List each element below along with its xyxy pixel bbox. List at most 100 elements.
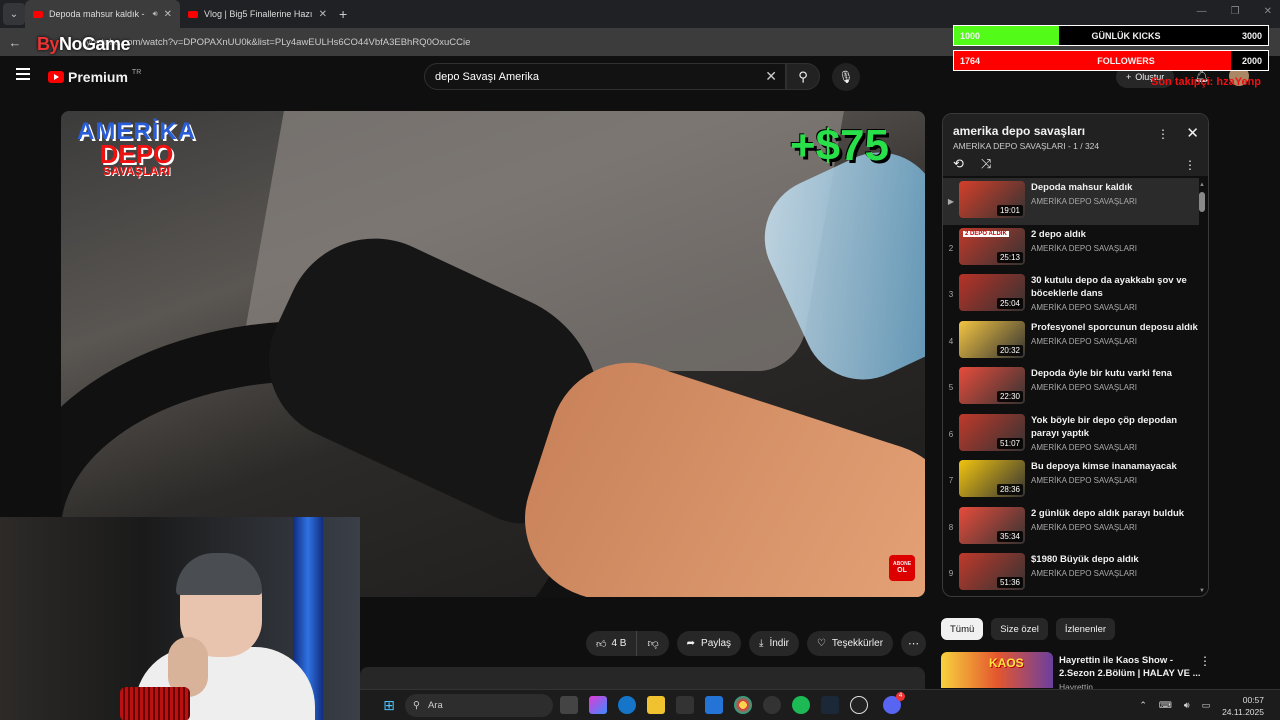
battery-icon[interactable]: ▭ bbox=[1202, 700, 1211, 711]
spotify-icon[interactable] bbox=[792, 696, 810, 714]
duration-badge: 25:13 bbox=[996, 251, 1023, 263]
playlist-item[interactable]: 8 35:34 2 günlük depo aldık parayı bulduk A… bbox=[943, 504, 1199, 551]
playlist-item-index: 7 bbox=[948, 476, 954, 485]
scroll-up-icon[interactable]: ▲ bbox=[1199, 182, 1205, 188]
kicks-goal: 3000 bbox=[1241, 30, 1262, 41]
edge-icon[interactable] bbox=[618, 696, 636, 714]
scroll-down-icon[interactable]: ▼ bbox=[1199, 588, 1205, 594]
share-button[interactable]: ➦ Paylaş bbox=[676, 631, 742, 656]
playlist-item[interactable]: 3 25:04 30 kutulu depo da ayakkabı şov ve … bbox=[943, 271, 1199, 318]
tab-vlog[interactable]: Vlog | Big5 Finallerine Hazırlık, ✕ bbox=[180, 0, 335, 28]
followers-goal: 2000 bbox=[1241, 55, 1262, 66]
playlist-item-index: 3 bbox=[948, 290, 954, 299]
tab-close-icon[interactable]: ✕ bbox=[164, 9, 172, 20]
voice-search-button[interactable]: 🎙︎ bbox=[832, 63, 860, 91]
playlist-item-thumbnail[interactable]: 51:07 bbox=[959, 413, 1025, 451]
minimize-icon[interactable]: — bbox=[1197, 6, 1207, 17]
store-icon[interactable] bbox=[676, 696, 694, 714]
thanks-icon: ♡ bbox=[816, 638, 826, 649]
playlist-item-thumbnail[interactable]: 2 DEPO ALDIK 25:13 bbox=[959, 227, 1025, 265]
playlist-menu-icon[interactable]: ⋮ bbox=[1157, 127, 1169, 141]
like-count: 4 B bbox=[611, 638, 627, 649]
chip-watched[interactable]: İzlenenler bbox=[1055, 618, 1116, 640]
taskbar-search[interactable]: ⚲ Ara bbox=[405, 694, 553, 717]
recommended-title[interactable]: Hayrettin ile Kaos Show - 2.Sezon 2.Bölü… bbox=[1059, 654, 1209, 680]
thanks-button[interactable]: ♡ Teşekkürler bbox=[806, 631, 894, 656]
duration-badge: 20:32 bbox=[996, 344, 1023, 356]
clock-date: 24.11.2025 bbox=[1222, 706, 1264, 717]
dislike-button[interactable]: 👎︎ bbox=[637, 631, 668, 656]
chrome-icon[interactable] bbox=[734, 696, 752, 714]
search-input[interactable]: depo Savaşı Amerika ✕ bbox=[424, 63, 786, 90]
playlist-title[interactable]: amerika depo savaşları bbox=[953, 124, 1085, 138]
copilot-icon[interactable] bbox=[589, 696, 607, 714]
maximize-icon[interactable]: ❐ bbox=[1231, 6, 1240, 17]
recommended-menu-icon[interactable]: ⋮ bbox=[1199, 654, 1211, 668]
tab-search-button[interactable]: ⌄ bbox=[3, 3, 25, 25]
close-icon[interactable]: ✕ bbox=[1186, 124, 1199, 142]
chip-all[interactable]: Tümü bbox=[941, 618, 984, 640]
clear-search-icon[interactable]: ✕ bbox=[765, 68, 777, 85]
menu-icon[interactable] bbox=[16, 68, 30, 80]
playlist-items: ▶ 19:01 Depoda mahsur kaldık AMERİKA DEPO S… bbox=[943, 178, 1199, 598]
tab-depoda[interactable]: Depoda mahsur kaldık - Yo 🔊︎ ✕ bbox=[25, 0, 180, 28]
recommended-video[interactable]: KAOS Hayrettin ile Kaos Show - 2.Sezon 2… bbox=[941, 652, 1221, 692]
download-button[interactable]: ⤓ İndir bbox=[749, 631, 799, 656]
tray-chevron-icon[interactable]: ⌃ bbox=[1139, 700, 1147, 711]
playlist-item[interactable]: İki depo ikiside birbirinden bbox=[943, 597, 1199, 598]
app-icon[interactable] bbox=[763, 696, 781, 714]
tab-close-icon[interactable]: ✕ bbox=[319, 9, 327, 20]
subscribe-watermark[interactable]: ABONE OL bbox=[889, 555, 915, 581]
playlist-item-thumbnail[interactable]: 51:36 bbox=[959, 553, 1025, 590]
loop-icon[interactable]: ⟲ bbox=[953, 156, 964, 172]
playlist-item-thumbnail[interactable]: 20:32 bbox=[959, 320, 1025, 358]
playlist-item-index: 9 bbox=[948, 569, 954, 578]
like-dislike-group: 👍︎ 4 B 👎︎ bbox=[586, 631, 669, 656]
network-icon[interactable]: ⌨︎ bbox=[1159, 700, 1172, 711]
recommended-thumbnail[interactable]: KAOS bbox=[941, 652, 1053, 688]
like-button[interactable]: 👍︎ 4 B bbox=[586, 631, 638, 656]
playlist-item[interactable]: 5 22:30 Depoda öyle bir kutu varki fena AME… bbox=[943, 364, 1199, 411]
logo-part-no: No bbox=[59, 34, 83, 54]
discord-icon[interactable]: 4 bbox=[883, 692, 905, 714]
url-field[interactable]: youtube.com/watch?v=DPOPAXnUU0k&list=PLy… bbox=[86, 37, 470, 48]
playlist-scrollbar[interactable]: ▲ ▼ bbox=[1199, 182, 1205, 594]
playlist-item[interactable]: 2 2 DEPO ALDIK 25:13 2 depo aldık AMERİKA DE… bbox=[943, 225, 1199, 272]
more-actions-button[interactable]: ⋯ bbox=[901, 631, 927, 656]
thumbs-up-icon: 👍︎ bbox=[596, 638, 607, 650]
duration-badge: 25:04 bbox=[996, 298, 1023, 309]
playlist-item[interactable]: 7 28:36 Bu depoya kimse inanamayacak AMERİK… bbox=[943, 457, 1199, 504]
youtube-logo[interactable]: Premium TR bbox=[48, 69, 141, 85]
search-button[interactable]: ⚲ bbox=[786, 63, 820, 90]
playlist-item[interactable]: ▶ 19:01 Depoda mahsur kaldık AMERİKA DEPO S… bbox=[943, 178, 1199, 225]
playlist-item[interactable]: 4 20:32 Profesyonel sporcunun deposu aldık… bbox=[943, 318, 1199, 365]
mail-icon[interactable] bbox=[705, 696, 723, 714]
playlist-item-thumbnail[interactable]: 19:01 bbox=[959, 181, 1025, 218]
playlist-item-thumbnail[interactable]: 28:36 bbox=[959, 460, 1025, 497]
file-explorer-icon[interactable] bbox=[647, 696, 665, 714]
playlist-item-thumbnail[interactable]: 25:04 bbox=[959, 274, 1025, 311]
steam-icon[interactable] bbox=[821, 696, 839, 714]
window-close-icon[interactable]: ✕ bbox=[1264, 6, 1272, 17]
playlist-item[interactable]: 9 51:36 $1980 Büyük depo aldık AMERİKA DEPO… bbox=[943, 550, 1199, 596]
playlist-item-thumbnail[interactable]: 22:30 bbox=[959, 367, 1025, 404]
obs-icon[interactable] bbox=[850, 696, 868, 714]
playlist-item-thumbnail[interactable]: 35:34 bbox=[959, 506, 1025, 544]
clock[interactable]: 00:57 24.11.2025 bbox=[1222, 694, 1264, 718]
back-arrow-icon[interactable]: ← bbox=[0, 35, 30, 50]
task-view-icon[interactable] bbox=[560, 696, 578, 714]
download-label: İndir bbox=[769, 638, 789, 649]
scroll-thumb[interactable] bbox=[1199, 192, 1205, 212]
volume-icon[interactable]: 🔊︎ bbox=[1184, 700, 1190, 711]
thumbnail-caption: 2 DEPO ALDIK bbox=[963, 230, 1009, 237]
speaker-icon[interactable]: 🔊︎ bbox=[153, 9, 158, 19]
windows-start-icon[interactable]: ⊞ bbox=[380, 696, 398, 714]
chip-for-you[interactable]: Size özel bbox=[991, 618, 1048, 640]
playlist-item-index: 4 bbox=[948, 336, 954, 346]
followers-counter: 1764 FOLLOWERS 2000 bbox=[953, 50, 1269, 71]
playlist-item[interactable]: 6 51:07 Yok böyle bir depo çöp depodan par… bbox=[943, 411, 1199, 458]
playlist-options-icon[interactable]: ⋮ bbox=[1184, 158, 1196, 172]
new-tab-button[interactable]: + bbox=[339, 6, 347, 22]
shuffle-icon[interactable]: ⤨ bbox=[981, 156, 991, 172]
playlist-item-text: 2 günlük depo aldık parayı bulduk AMERİKA… bbox=[1031, 507, 1199, 532]
